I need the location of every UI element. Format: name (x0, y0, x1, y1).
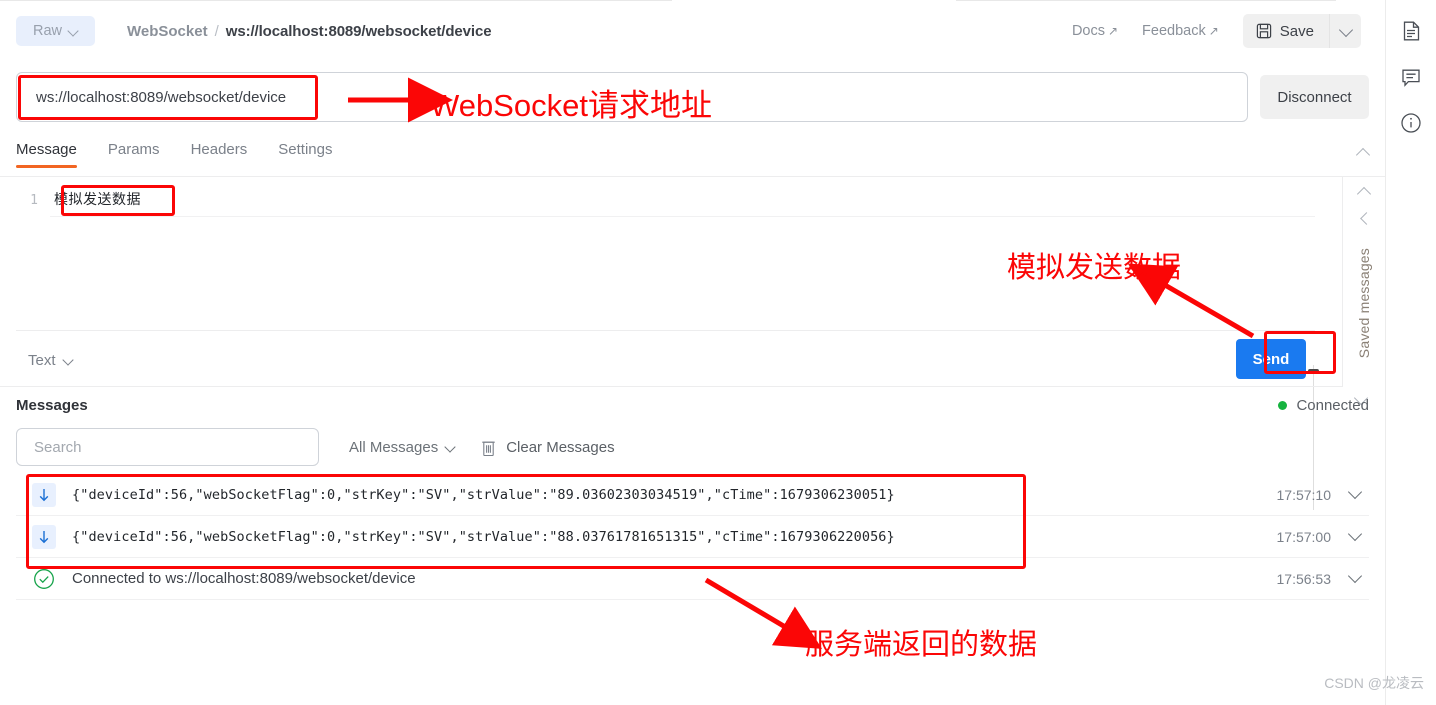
send-label: Send (1252, 350, 1290, 368)
feedback-link[interactable]: Feedback ↗ (1142, 23, 1219, 39)
url-bar-row: ws://localhost:8089/websocket/device Dis… (16, 72, 1369, 122)
breadcrumb-url: ws://localhost:8089/websocket/device (225, 22, 492, 40)
websocket-url-value: ws://localhost:8089/websocket/device (36, 88, 287, 106)
arrow-down-icon (32, 524, 56, 549)
watermark: CSDN @龙凌云 (1324, 675, 1424, 691)
tab-params-label: Params (107, 140, 160, 158)
chevron-up-icon[interactable] (1358, 184, 1370, 202)
tab-headers-label: Headers (190, 140, 248, 158)
breadcrumb-separator: / (214, 22, 219, 40)
table-row[interactable]: {"deviceId":56,"webSocketFlag":0,"strKey… (16, 474, 1369, 516)
connection-status: Connected (1278, 397, 1369, 414)
tab-params[interactable]: Params (108, 141, 160, 168)
clear-messages-label: Clear Messages (506, 438, 615, 456)
trash-icon (482, 441, 496, 456)
comment-icon[interactable] (1400, 66, 1422, 88)
save-label: Save (1279, 22, 1314, 40)
chevron-down-icon (446, 443, 455, 452)
floppy-disk-icon (1256, 23, 1271, 39)
chevron-down-icon (1340, 25, 1352, 37)
tab-message[interactable]: Message (16, 141, 77, 168)
content-type-label: Text (28, 351, 56, 369)
send-button[interactable]: Send (1236, 339, 1306, 379)
chevron-left-icon[interactable] (1358, 212, 1370, 230)
feedback-label: Feedback (1142, 23, 1206, 39)
expand-row-button[interactable] (1349, 570, 1361, 588)
saved-messages-rail[interactable]: Saved messages (1342, 176, 1385, 387)
message-text: Connected to ws://localhost:8089/websock… (72, 570, 416, 587)
websocket-url-input[interactable]: ws://localhost:8089/websocket/device (16, 72, 1248, 122)
clear-messages-button[interactable]: Clear Messages (481, 438, 615, 456)
editor-content-line[interactable]: 模拟发送数据 (54, 189, 141, 209)
raw-mode-label: Raw (32, 23, 62, 39)
tab-headers[interactable]: Headers (191, 141, 248, 168)
tabs-divider (0, 176, 1385, 177)
messages-list: {"deviceId":56,"webSocketFlag":0,"strKey… (16, 474, 1369, 600)
breadcrumb-protocol: WebSocket (127, 22, 208, 40)
messages-filter-dropdown[interactable]: All Messages (349, 439, 455, 456)
message-timestamp: 17:56:53 (1276, 570, 1332, 587)
request-tabs: Message Params Headers Settings (16, 138, 1369, 170)
arrow-down-icon (32, 482, 56, 507)
table-row[interactable]: {"deviceId":56,"webSocketFlag":0,"strKey… (16, 516, 1369, 558)
save-options-button[interactable] (1329, 14, 1361, 48)
save-button[interactable]: Save (1242, 14, 1329, 48)
row-meta: 17:56:53 (1277, 570, 1370, 588)
table-row[interactable]: Connected to ws://localhost:8089/websock… (16, 558, 1369, 600)
messages-title: Messages (16, 396, 88, 414)
external-link-icon: ↗ (1208, 24, 1219, 38)
row-icon-cell (16, 568, 72, 590)
collapse-panel-button[interactable] (1357, 145, 1369, 163)
search-input[interactable] (34, 438, 318, 456)
message-editor[interactable]: 1 (0, 181, 1342, 510)
chevron-up-icon (1357, 146, 1369, 158)
content-type-dropdown[interactable]: Text (28, 352, 73, 369)
document-icon[interactable] (1400, 20, 1422, 42)
message-text: {"deviceId":56,"webSocketFlag":0,"strKey… (72, 528, 895, 545)
row-meta: 17:57:00 (1277, 528, 1370, 546)
right-sidebar (1385, 0, 1436, 705)
editor-gutter: 1 (0, 181, 50, 331)
tab-settings[interactable]: Settings (278, 141, 332, 168)
message-timestamp: 17:57:00 (1276, 528, 1332, 545)
check-circle-icon (34, 568, 54, 589)
chevron-down-icon (64, 356, 73, 365)
docs-label: Docs (1071, 23, 1105, 39)
messages-toolbar: All Messages Clear Messages (16, 428, 1369, 466)
docs-link[interactable]: Docs ↗ (1072, 23, 1118, 39)
header-bar: Raw WebSocket / ws://localhost:8089/webs… (0, 10, 1385, 52)
line-number: 1 (30, 193, 38, 208)
row-meta: 17:57:10 (1277, 486, 1370, 504)
tab-settings-label: Settings (278, 140, 333, 158)
websocket-request-pane: Raw WebSocket / ws://localhost:8089/webs… (0, 0, 1385, 705)
status-badge: Connected (1296, 396, 1369, 414)
editor-bottom-divider (16, 330, 1315, 331)
row-icon-cell (16, 482, 72, 507)
editor-line-divider (50, 216, 1315, 217)
breadcrumb: WebSocket / ws://localhost:8089/websocke… (127, 22, 492, 40)
raw-mode-dropdown[interactable]: Raw (16, 16, 95, 46)
messages-filter-label: All Messages (349, 438, 439, 456)
expand-row-button[interactable] (1349, 528, 1361, 546)
messages-header: Messages Connected (16, 392, 1369, 418)
message-text: {"deviceId":56,"webSocketFlag":0,"strKey… (72, 486, 895, 503)
status-dot-icon (1278, 400, 1288, 410)
disconnect-label: Disconnect (1277, 88, 1352, 106)
external-link-icon: ↗ (1107, 24, 1119, 38)
chevron-down-icon (69, 27, 78, 36)
disconnect-button[interactable]: Disconnect (1260, 75, 1369, 119)
expand-row-button[interactable] (1349, 486, 1361, 504)
row-icon-cell (16, 524, 72, 549)
header-actions: Docs ↗ Feedback ↗ Save (1072, 14, 1385, 48)
info-icon[interactable] (1400, 112, 1422, 134)
message-timestamp: 17:57:10 (1276, 486, 1332, 503)
search-box[interactable] (16, 428, 319, 466)
saved-messages-label: Saved messages (1356, 248, 1372, 359)
editor-footer: Text Send (0, 334, 1342, 386)
editor-footer-divider (0, 386, 1342, 387)
tab-message-label: Message (16, 140, 77, 158)
